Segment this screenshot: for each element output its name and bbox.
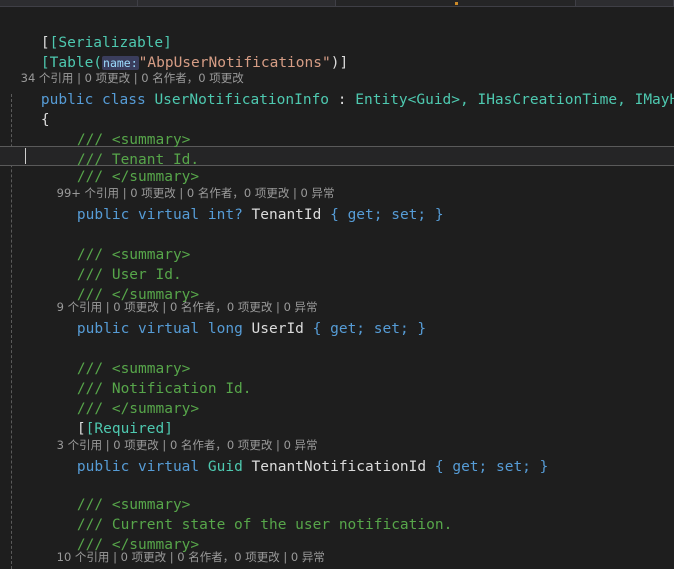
code-line-notification-doc[interactable]: /// Notification Id. (0, 359, 674, 397)
modifiers-notification: public virtual (76, 459, 200, 475)
type-notification: Guid (207, 459, 243, 475)
code-line-tenant-summary-open[interactable]: /// <summary> (0, 110, 674, 148)
property-name-user: UserId (251, 321, 304, 337)
code-line-table-attribute[interactable]: [Table(name:"AbpUserNotifications")] (0, 33, 674, 71)
code-line-state-doc[interactable]: /// Current state of the user notificati… (0, 495, 674, 533)
accessors-user: { get; set; } (312, 321, 427, 337)
code-line-user-doc[interactable]: /// User Id. (0, 245, 674, 283)
editor-tab-2[interactable] (138, 0, 336, 7)
code-line-tenant-property[interactable]: public virtual int? TenantId { get; set;… (0, 185, 674, 223)
codelens-notification[interactable]: 3 个引用 | 0 项更改 | 0 名作者，0 项更改 | 0 异常 (0, 420, 674, 452)
property-name-tenant: TenantId (251, 207, 322, 223)
code-line-notification-summary-close[interactable]: /// </summary> (0, 379, 674, 417)
accessors-tenant: { get; set; } (330, 207, 444, 223)
code-line-serializable-attribute[interactable]: [[Serializable] (0, 13, 674, 51)
code-editor-surface[interactable]: [[Serializable] [Table(name:"AbpUserNoti… (0, 7, 674, 569)
code-line-notification-summary-open[interactable]: /// <summary> (0, 339, 674, 377)
code-line-notification-property[interactable]: public virtual Guid TenantNotificationId… (0, 437, 674, 475)
code-line-user-property[interactable]: public virtual long UserId { get; set; } (0, 299, 674, 337)
code-line-required-attribute[interactable]: [[Required] (0, 399, 674, 437)
code-line-class-declaration[interactable]: public class UserNotificationInfo : Enti… (0, 70, 674, 108)
codelens-class[interactable]: 34 个引用 | 0 项更改 | 0 名作者，0 项更改 (0, 53, 674, 85)
code-line-tenant-summary-close[interactable]: /// </summary> (0, 147, 674, 185)
type-tenant: int? (207, 207, 243, 223)
code-line-state-property[interactable]: public virtual UserNotificationState Sta… (0, 549, 674, 569)
accessors-notification: { get; set; } (434, 459, 549, 475)
editor-tab-1[interactable] (0, 0, 138, 7)
modifiers-user: public virtual (76, 321, 200, 337)
code-line-state-summary-open[interactable]: /// <summary> (0, 475, 674, 513)
type-user: long (207, 321, 243, 337)
code-line-user-summary-open[interactable]: /// <summary> (0, 225, 674, 263)
unsaved-changes-dot-icon (455, 2, 458, 5)
editor-tab-strip[interactable] (0, 0, 674, 7)
code-line-class-open-brace[interactable]: { (0, 90, 674, 128)
codelens-user[interactable]: 9 个引用 | 0 项更改 | 0 名作者，0 项更改 | 0 异常 (0, 282, 674, 314)
codelens-state[interactable]: 10 个引用 | 0 项更改 | 0 名作者，0 项更改 | 0 异常 (0, 532, 674, 564)
codelens-tenant[interactable]: 99+ 个引用 | 0 项更改 | 0 名作者，0 项更改 | 0 异常 (0, 168, 674, 200)
modifiers-tenant: public virtual (76, 207, 200, 223)
editor-tab-4[interactable] (576, 0, 674, 7)
property-name-notification: TenantNotificationId (251, 459, 427, 475)
